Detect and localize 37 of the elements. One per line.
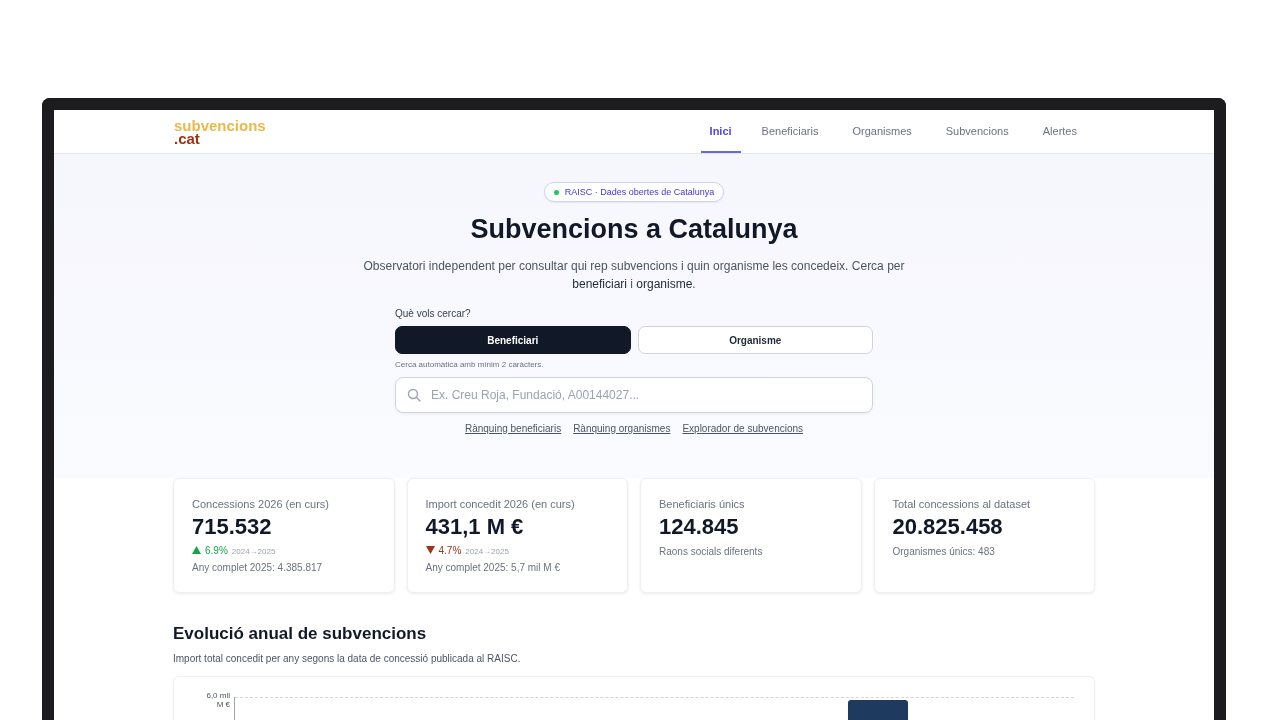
- stat-label: Import concedit 2026 (en curs): [425, 498, 576, 510]
- section-title: Evolució anual de subvencions: [173, 624, 428, 644]
- nav-link[interactable]: Alertes: [1029, 110, 1090, 153]
- stat-note: Any complet 2025: 4.385.817: [192, 562, 324, 573]
- stat-note: Any complet 2025: 5,7 mil M €: [425, 562, 561, 573]
- section-subtitle: Import total concedit per any segons la data de concessió publicada al RAISC.: [173, 653, 522, 664]
- nav-link[interactable]: Organismes: [839, 110, 925, 153]
- stat-value: 431,1 M €: [425, 514, 525, 540]
- status-dot-icon: [553, 189, 559, 195]
- stat-note: Raons socials diferents: [659, 546, 764, 557]
- page-title: Subvencions a Catalunya: [470, 213, 798, 245]
- change-percent: 4.7%: [438, 545, 462, 556]
- change-period: 2024→2025: [465, 547, 509, 556]
- search-hint: Cerca automàtica amb mínim 2 caràcters.: [395, 360, 545, 369]
- search-mode-button[interactable]: Beneficiari: [395, 326, 631, 354]
- nav-link[interactable]: Subvencions: [932, 110, 1022, 153]
- axis-tick-label: 6,0 mil M €: [205, 691, 230, 711]
- page-description: Observatori independent per consultar qui rep subvencions i quin organisme les concedeix. Cerca per beneficiari i organisme.: [362, 258, 906, 293]
- search-label: Què vols cercar?: [395, 308, 472, 319]
- stat-label: Beneficiaris únics: [659, 498, 746, 510]
- quick-link[interactable]: Rànquing organismes: [573, 423, 671, 434]
- nav-link[interactable]: Beneficiaris: [748, 110, 832, 153]
- source-badge: RAISC · Dades obertes de Catalunya: [543, 182, 725, 202]
- stat-label: Concessions 2026 (en curs): [192, 498, 330, 510]
- stat-note: Organismes únics: 483: [892, 546, 996, 557]
- stat-value: 20.825.458: [892, 514, 1004, 540]
- site-logo[interactable]: subvencions .cat: [174, 118, 266, 145]
- quick-link[interactable]: Rànquing beneficiaris: [464, 423, 562, 434]
- stat-value: 715.532: [192, 514, 273, 540]
- search-field[interactable]: Ex. Creu Roja, Fundació, A00144027...: [395, 377, 873, 413]
- search-icon: [407, 388, 421, 402]
- quick-link[interactable]: Explorador de subvencions: [682, 423, 804, 434]
- change-percent: 6.9%: [205, 545, 228, 556]
- change-period: 2024→2025: [231, 547, 276, 556]
- stat-label: Total concessions al dataset: [892, 498, 1032, 510]
- search-mode-button[interactable]: Organisme: [637, 326, 873, 354]
- stat-value: 124.845: [659, 514, 740, 540]
